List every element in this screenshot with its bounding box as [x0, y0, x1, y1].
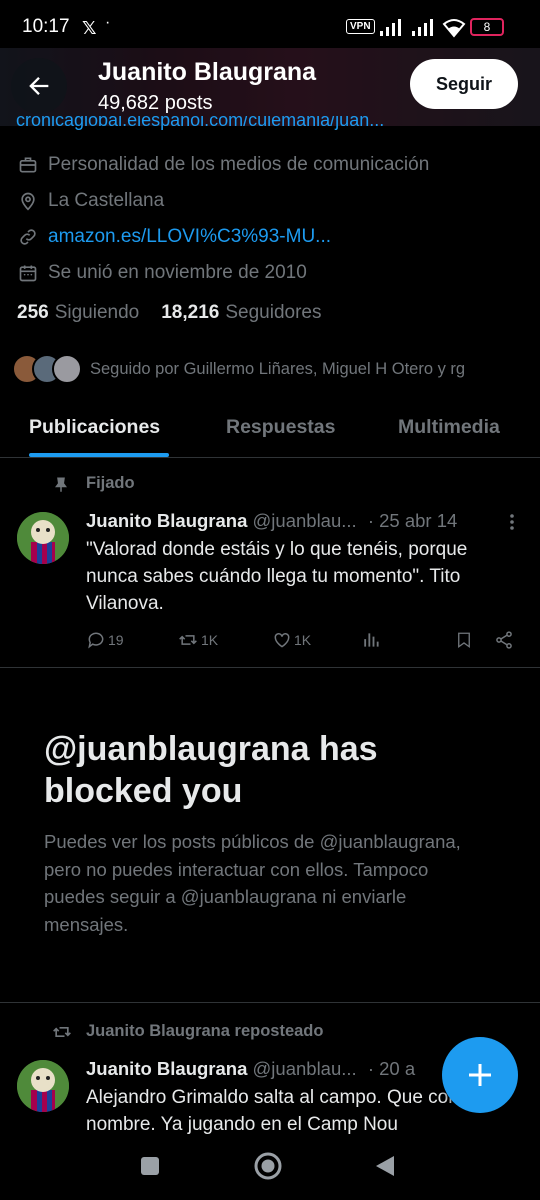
repost-icon: [53, 1027, 71, 1037]
joined-row: Se unió en noviembre de 2010: [18, 259, 307, 287]
pinned-label: Fijado: [86, 474, 135, 492]
battery-indicator: 8: [470, 18, 504, 36]
back-nav-button[interactable]: [374, 1154, 396, 1178]
calendar-icon: [19, 265, 37, 282]
like-button[interactable]: 1K: [272, 630, 311, 650]
tweet-date[interactable]: · 20 a: [368, 1058, 415, 1079]
recents-button[interactable]: [140, 1156, 160, 1176]
profile-category: Personalidad de los medios de comunicaci…: [48, 154, 430, 175]
avatar[interactable]: [17, 512, 69, 564]
reply-icon: [88, 632, 104, 649]
briefcase-icon: [19, 157, 37, 173]
followed-by-text: Seguido por Guillermo Liñares, Miguel H …: [90, 359, 466, 378]
followers-count: 18,216: [161, 302, 220, 323]
followers-label: Seguidores: [225, 302, 322, 323]
signal-icon-2: [412, 19, 433, 36]
wifi-icon: [442, 19, 466, 38]
tweet-header: Juanito Blaugrana @juanblau... · 25 abr …: [86, 510, 457, 532]
bookmark-icon: [458, 632, 470, 649]
avatar[interactable]: [17, 1060, 69, 1112]
tweet-author-handle[interactable]: @juanblau...: [253, 1058, 357, 1079]
notification-dot: ·: [105, 14, 111, 31]
follow-button[interactable]: Seguir: [410, 59, 518, 109]
plus-icon: [469, 1064, 491, 1086]
blocked-title: @juanblaugrana has blocked you: [44, 730, 378, 810]
tab-publicaciones[interactable]: Publicaciones: [29, 416, 160, 439]
bio-link-text: cronicaglobal.elespanol.com/culemania/ju…: [16, 116, 385, 130]
tweet-date[interactable]: · 25 abr 14: [368, 510, 457, 531]
tweet-text: "Valorad donde estáis y lo que tenéis, p…: [86, 539, 468, 614]
following-count: 256: [17, 302, 49, 323]
like-icon: [274, 632, 290, 648]
like-count: 1K: [294, 632, 312, 648]
home-button[interactable]: [254, 1152, 282, 1180]
website-row: amazon.es/LLOVI%C3%93-MU...: [18, 223, 331, 251]
posts-count: 49,682 posts: [98, 92, 213, 114]
follower-avatar: [52, 354, 82, 384]
following-stat[interactable]: 256 Siguiendo: [17, 302, 139, 324]
active-tab-indicator: [29, 453, 169, 457]
link-icon: [20, 229, 36, 245]
views-icon: [364, 633, 379, 647]
more-icon[interactable]: [504, 512, 520, 532]
blocked-description: Puedes ver los posts públicos de @juanbl…: [44, 831, 461, 935]
tweet-header: Juanito Blaugrana @juanblau... · 20 a: [86, 1058, 415, 1080]
status-bar: 10:17 𝕏 · VPN 8: [0, 0, 540, 48]
share-button[interactable]: [494, 630, 516, 650]
repost-label[interactable]: Juanito Blaugrana reposteado: [86, 1022, 323, 1041]
compose-post-button[interactable]: [442, 1037, 518, 1113]
tweet-author-name[interactable]: Juanito Blaugrana: [86, 1058, 247, 1079]
location-pin-icon: [21, 192, 35, 211]
share-icon: [496, 631, 512, 649]
signal-icon: [380, 19, 401, 36]
repost-icon: [179, 635, 197, 645]
system-navigation-bar: [0, 1134, 540, 1200]
back-arrow-icon: [29, 77, 49, 95]
tweet-author-name[interactable]: Juanito Blaugrana: [86, 510, 247, 531]
blocked-notice: @juanblaugrana has blocked you Puedes ve…: [0, 668, 540, 1003]
profile-name: Juanito Blaugrana: [98, 58, 317, 86]
profile-location: La Castellana: [48, 190, 165, 211]
followers-stat[interactable]: 18,216 Seguidores: [161, 302, 321, 324]
status-time: 10:17: [22, 16, 70, 37]
category-row: Personalidad de los medios de comunicaci…: [18, 151, 429, 179]
tab-respuestas[interactable]: Respuestas: [226, 416, 335, 439]
profile-header: Juanito Blaugrana 49,682 posts Seguir: [0, 48, 540, 126]
back-button[interactable]: [11, 58, 67, 114]
repost-count: 1K: [201, 632, 219, 648]
follow-stats: 256 Siguiendo 18,216 Seguidores: [17, 302, 321, 324]
following-label: Siguiendo: [54, 302, 140, 323]
pinned-tweet[interactable]: Fijado Juanito Blaugrana @juanblau... · …: [0, 460, 540, 668]
repost-button[interactable]: 1K: [177, 630, 218, 650]
followed-by-row[interactable]: Seguido por Guillermo Liñares, Miguel H …: [12, 352, 465, 386]
bookmark-button[interactable]: [455, 630, 475, 650]
reply-count: 19: [108, 632, 124, 648]
pin-icon: [55, 477, 67, 492]
joined-date: Se unió en noviembre de 2010: [48, 262, 307, 283]
bio-link[interactable]: cronicaglobal.elespanol.com/culemania/ju…: [16, 116, 486, 132]
views-button[interactable]: [361, 630, 383, 650]
location-row: La Castellana: [18, 187, 164, 215]
x-logo-icon: 𝕏: [82, 18, 97, 38]
reply-button[interactable]: 19: [86, 630, 124, 650]
tweet-author-handle[interactable]: @juanblau...: [253, 510, 357, 531]
website-link[interactable]: amazon.es/LLOVI%C3%93-MU...: [48, 226, 331, 248]
tab-multimedia[interactable]: Multimedia: [398, 416, 500, 439]
profile-tabs: Publicaciones Respuestas Multimedia: [0, 400, 540, 458]
vpn-badge: VPN: [346, 19, 375, 34]
